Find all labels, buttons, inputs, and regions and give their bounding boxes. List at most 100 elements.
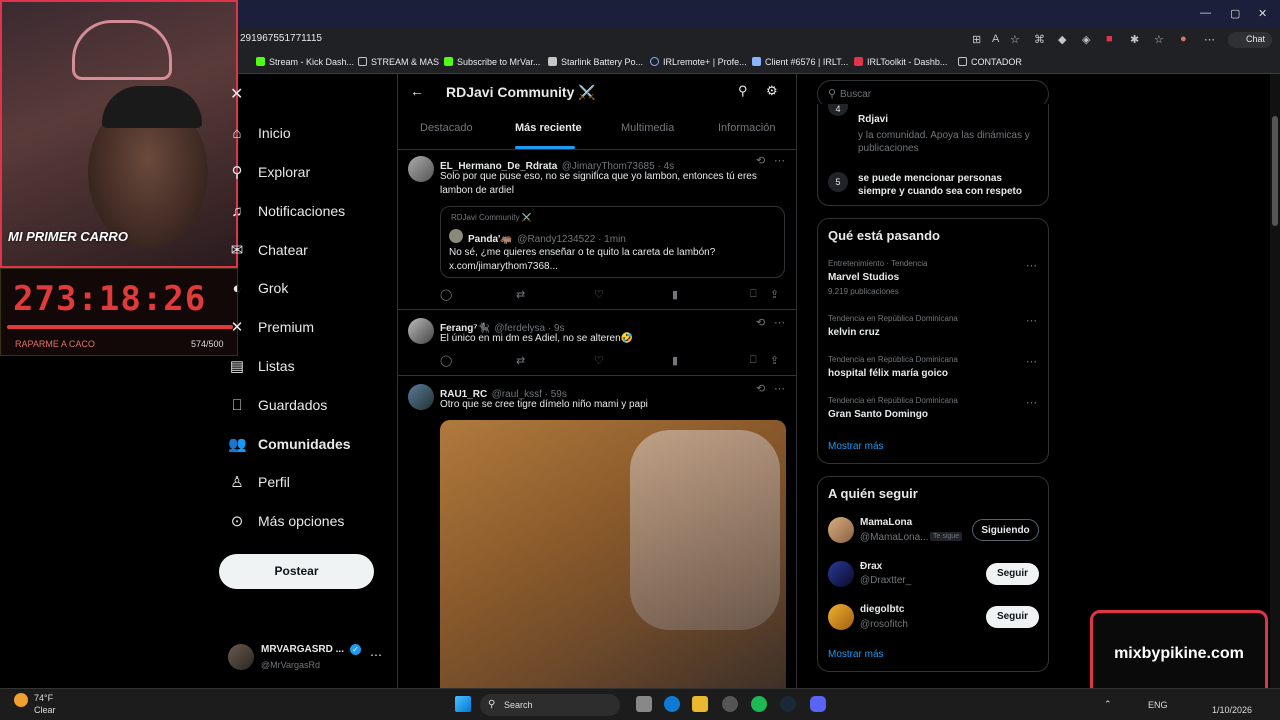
show-more-link[interactable]: Mostrar más	[828, 441, 884, 452]
bookmark-item[interactable]: Subscribe to MrVar...	[444, 57, 540, 67]
repost-icon[interactable]: ⇄	[516, 354, 525, 367]
bookmark-item[interactable]: IRLToolkit - Dashb...	[854, 57, 947, 67]
repost-icon[interactable]: ⇄	[516, 288, 525, 301]
grok-icon[interactable]: ⟲	[756, 316, 765, 329]
nav-item-inicio[interactable]: ⌂ Inicio	[228, 120, 290, 146]
follow-name: diegolbtc	[860, 604, 905, 615]
more-icon[interactable]: ⋯	[1026, 314, 1037, 327]
taskbar-search[interactable]: ⚲ Search	[480, 694, 620, 716]
file-explorer-icon[interactable]	[692, 696, 708, 712]
obs-icon[interactable]	[722, 696, 738, 712]
follow-button[interactable]: Seguir	[986, 606, 1039, 628]
nav-item-perfil[interactable]: ♙ Perfil	[228, 469, 290, 495]
edge-icon[interactable]	[664, 696, 680, 712]
follows-you-badge: Te sigue	[930, 532, 963, 541]
post-video[interactable]	[440, 420, 786, 688]
profile-avatar-icon[interactable]: ●	[1180, 33, 1187, 45]
weather-temp[interactable]: 74°F	[34, 693, 53, 703]
bookmark-item[interactable]: STREAM & MAS	[358, 57, 439, 67]
maximize-icon[interactable]: ▢	[1230, 7, 1240, 20]
url-text[interactable]: 291967551771115	[240, 33, 322, 44]
favorites-icon[interactable]: ☆	[1154, 33, 1164, 46]
extension-icon[interactable]: ◆	[1058, 33, 1066, 46]
account-switcher[interactable]: MRVARGASRD ... ✓ @MrVargasRd ⋯	[228, 640, 388, 676]
bookmark-item[interactable]: CONTADOR	[958, 57, 1022, 67]
more-icon[interactable]: ⋯	[1026, 355, 1037, 368]
views-icon[interactable]: ▮	[672, 354, 678, 367]
following-button[interactable]: Siguiendo	[972, 519, 1039, 541]
more-icon[interactable]: ⋯	[1026, 259, 1037, 272]
extension-icon[interactable]: ■	[1106, 33, 1113, 45]
back-arrow-icon[interactable]: ←	[410, 83, 424, 99]
extension-icon[interactable]: ⌘	[1034, 33, 1045, 46]
address-bar[interactable]: 291967551771115 ⊞ A ☆ ⌘ ◆ ◈ ■ ✱ ☆ ● ⋯	[236, 28, 1280, 52]
app-icon[interactable]: ⊞	[972, 33, 981, 46]
bookmark-item[interactable]: IRLremote+ | Profe...	[650, 57, 747, 67]
follow-button[interactable]: Seguir	[986, 563, 1039, 585]
bookmark-icon[interactable]: ⎕	[750, 354, 757, 367]
tab-mas-reciente[interactable]: Más reciente	[515, 122, 582, 134]
grok-icon: ◐	[232, 279, 242, 297]
copilot-chat-button[interactable]: Chat	[1228, 32, 1272, 48]
nav-item-mas-opciones[interactable]: ⊙ Más opciones	[228, 508, 345, 534]
views-icon[interactable]: ▮	[672, 288, 678, 301]
nav-item-grok[interactable]: ◐ Grok	[228, 275, 288, 301]
bookmark-item[interactable]: Client #6576 | IRLT...	[752, 57, 848, 67]
discord-icon[interactable]	[810, 696, 826, 712]
minimize-icon[interactable]: —	[1200, 7, 1211, 19]
chevron-up-icon[interactable]: ⌃	[1104, 699, 1112, 710]
x-logo-icon[interactable]: ✕	[230, 84, 243, 104]
gear-icon[interactable]: ⚙	[766, 83, 778, 99]
tab-destacado[interactable]: Destacado	[420, 122, 473, 134]
search-icon[interactable]: ⚲	[738, 83, 748, 99]
page-scrollbar[interactable]	[1270, 74, 1280, 688]
task-view-icon[interactable]	[636, 696, 652, 712]
nav-item-guardados[interactable]: ⎕ Guardados	[228, 392, 327, 418]
post-button[interactable]: Postear	[219, 554, 374, 589]
nav-item-notificaciones[interactable]: ♫ Notificaciones	[228, 198, 345, 224]
nav-item-explorar[interactable]: ⚲ Explorar	[228, 159, 311, 185]
post[interactable]: Ferang⁷🐈‍⬛ @ferdelysa · 9s ⟲ ⋯ El único …	[398, 310, 796, 376]
like-icon[interactable]: ♡	[594, 354, 604, 367]
tab-multimedia[interactable]: Multimedia	[621, 122, 674, 134]
more-icon[interactable]: ⋯	[774, 382, 785, 395]
clock-date[interactable]: 1/10/2026	[1212, 705, 1252, 715]
reply-icon[interactable]: ◯	[440, 354, 452, 367]
reply-icon[interactable]: ◯	[440, 288, 452, 301]
share-icon[interactable]: ⇪	[770, 354, 779, 367]
like-icon[interactable]: ♡	[594, 288, 604, 301]
show-more-link[interactable]: Mostrar más	[828, 649, 884, 660]
share-icon[interactable]: ⇪	[770, 288, 779, 301]
quoted-post[interactable]: RDJavi Community ⚔️ Panda'🦛 @Randy123452…	[440, 206, 785, 278]
weather-icon[interactable]	[14, 693, 28, 707]
tab-informacion[interactable]: Información	[718, 122, 775, 134]
bookmark-item[interactable]: Starlink Battery Po...	[548, 57, 643, 67]
more-icon[interactable]: ⋯	[774, 316, 785, 329]
nav-item-comunidades[interactable]: 👥 Comunidades	[228, 431, 351, 457]
windows-start-icon[interactable]	[455, 696, 471, 712]
more-icon[interactable]: ⋯	[1026, 396, 1037, 409]
read-aloud-icon[interactable]: A	[992, 33, 999, 45]
nav-item-chatear[interactable]: ✉ Chatear	[228, 237, 308, 263]
post[interactable]: RAU1_RC @raul_kssf · 59s ⟲ ⋯ Otro que se…	[398, 376, 796, 688]
close-icon[interactable]: ✕	[1258, 7, 1267, 20]
more-icon[interactable]: ⋯	[774, 154, 785, 167]
quote-link[interactable]: x.com/jimarythom7368...	[449, 261, 558, 272]
bookmark-item[interactable]: Stream - Kick Dash...	[256, 57, 354, 67]
post[interactable]: EL_Hermano_De_Rdrata @JimaryThom73685 · …	[398, 150, 796, 310]
more-menu-icon[interactable]: ⋯	[1204, 33, 1215, 46]
nav-item-listas[interactable]: ▤ Listas	[228, 353, 295, 379]
extensions-puzzle-icon[interactable]: ✱	[1130, 33, 1139, 46]
spotify-icon[interactable]	[751, 696, 767, 712]
grok-icon[interactable]: ⟲	[756, 154, 765, 167]
bookmark-icon[interactable]: ⎕	[750, 288, 757, 301]
scrollbar-thumb[interactable]	[1272, 116, 1278, 226]
weather-cond[interactable]: Clear	[34, 705, 56, 715]
steam-icon[interactable]	[780, 696, 796, 712]
extension-icon[interactable]: ◈	[1082, 33, 1090, 46]
more-icon[interactable]: ⋯	[370, 648, 382, 662]
favorite-star-icon[interactable]: ☆	[1010, 33, 1020, 46]
nav-item-premium[interactable]: ✕ Premium	[228, 314, 314, 340]
grok-icon[interactable]: ⟲	[756, 382, 765, 395]
language-indicator[interactable]: ENG	[1148, 700, 1168, 710]
